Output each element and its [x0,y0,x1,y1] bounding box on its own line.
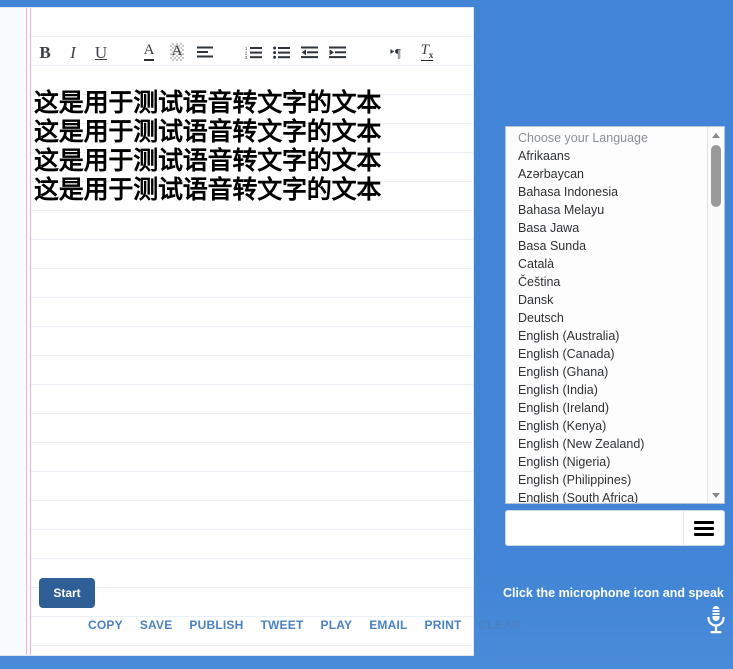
highlight-color-icon[interactable]: A [163,38,191,66]
svg-text:3: 3 [245,55,248,59]
bold-glyph: B [39,42,51,62]
scroll-down-arrow-icon[interactable] [708,487,724,503]
clear-link[interactable]: CLEAR [479,618,521,632]
language-option[interactable]: English (Australia) [506,327,707,345]
language-select-listbox[interactable]: Choose your Language Afrikaans Azərbayca… [505,126,725,504]
language-option[interactable]: Deutsch [506,309,707,327]
language-option[interactable]: English (Philippines) [506,471,707,489]
language-option[interactable]: Čeština [506,273,707,291]
print-link[interactable]: PRINT [425,618,462,632]
language-option[interactable]: Basa Jawa [506,219,707,237]
language-option-list: Choose your Language Afrikaans Azərbayca… [506,127,707,503]
language-option[interactable]: English (Nigeria) [506,453,707,471]
language-option[interactable]: Afrikaans [506,147,707,165]
margin-line-outer [26,8,27,655]
formatting-toolbar: B I U A A 1 2 3 ¶ Tx [31,26,472,78]
microphone-hint-text: Click the microphone icon and speak [503,586,724,600]
indent-glyph [328,46,346,58]
play-link[interactable]: PLAY [320,618,352,632]
document-line: 这是用于测试语音转文字的文本 [34,117,382,146]
outdent-icon[interactable] [295,38,323,66]
save-link[interactable]: SAVE [140,618,173,632]
email-link[interactable]: EMAIL [369,618,407,632]
language-option[interactable]: Dansk [506,291,707,309]
document-text-content[interactable]: 这是用于测试语音转文字的文本 这是用于测试语音转文字的文本 这是用于测试语音转文… [34,88,464,204]
language-list-scrollbar[interactable] [707,127,724,503]
text-direction-icon[interactable]: ¶ [385,38,413,66]
document-line: 这是用于测试语音转文字的文本 [34,175,382,204]
microphone-icon[interactable] [703,604,729,638]
italic-glyph: I [70,42,76,62]
bold-icon[interactable]: B [31,38,59,66]
indent-icon[interactable] [323,38,351,66]
speech-text-input[interactable] [506,511,683,545]
hamburger-menu-icon[interactable] [683,511,724,545]
language-option[interactable]: English (South Africa) [506,489,707,503]
remove-format-icon[interactable]: Tx [413,38,441,66]
language-option[interactable]: English (Ireland) [506,399,707,417]
scrollbar-thumb[interactable] [711,145,721,207]
scroll-up-arrow-icon[interactable] [708,127,724,143]
action-links-row: COPY SAVE PUBLISH TWEET PLAY EMAIL PRINT… [88,618,521,632]
unordered-list-glyph [272,46,290,59]
language-option[interactable]: Bahasa Melayu [506,201,707,219]
align-icon[interactable] [191,38,219,66]
remove-format-glyph: Tx [420,41,434,62]
left-gutter [0,8,30,655]
publish-link[interactable]: PUBLISH [189,618,243,632]
language-option[interactable]: Bahasa Indonesia [506,183,707,201]
document-line: 这是用于测试语音转文字的文本 [34,146,382,175]
language-placeholder-option[interactable]: Choose your Language [506,129,707,147]
outdent-glyph [300,46,318,58]
margin-line-inner [30,8,31,655]
text-direction-glyph: ¶ [390,45,401,59]
document-line: 这是用于测试语音转文字的文本 [34,88,382,117]
language-option[interactable]: English (New Zealand) [506,435,707,453]
language-option[interactable]: English (Ghana) [506,363,707,381]
language-option[interactable]: Azərbaycan [506,165,707,183]
language-option[interactable]: Català [506,255,707,273]
copy-link[interactable]: COPY [88,618,123,632]
align-glyph [197,46,213,57]
tweet-link[interactable]: TWEET [260,618,303,632]
text-color-glyph: A [143,42,155,61]
underline-icon[interactable]: U [87,38,115,66]
language-option[interactable]: English (India) [506,381,707,399]
italic-icon[interactable]: I [59,38,87,66]
hamburger-bars [694,520,714,536]
underline-glyph: U [94,42,108,62]
unordered-list-icon[interactable] [267,38,295,66]
language-option[interactable]: English (Canada) [506,345,707,363]
start-button[interactable]: Start [39,578,95,608]
language-option[interactable]: English (Kenya) [506,417,707,435]
text-color-icon[interactable]: A [135,38,163,66]
speech-input-bar [505,510,725,546]
svg-text:¶: ¶ [395,45,401,59]
highlight-color-glyph: A [171,43,183,60]
ordered-list-glyph: 1 2 3 [245,46,262,59]
language-option[interactable]: Basa Sunda [506,237,707,255]
ordered-list-icon[interactable]: 1 2 3 [239,38,267,66]
microphone-glyph [707,606,725,634]
